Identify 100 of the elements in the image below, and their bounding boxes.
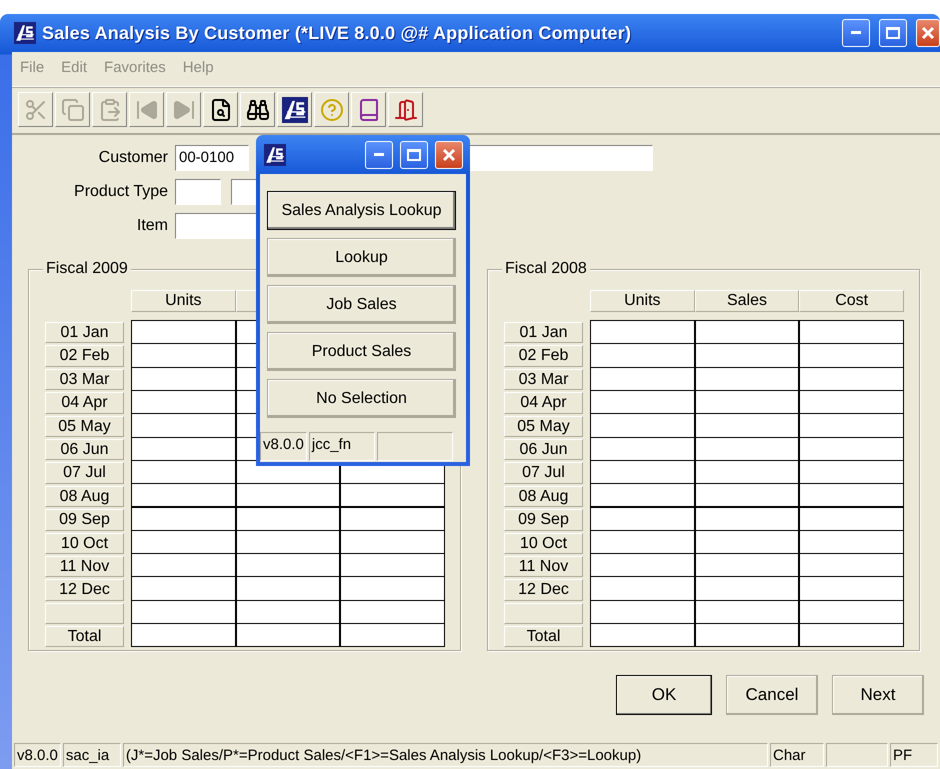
table-cell[interactable]	[591, 484, 694, 506]
table-cell[interactable]	[341, 600, 444, 624]
table-cell[interactable]	[800, 414, 903, 437]
row-header[interactable]: 11 Nov	[45, 556, 124, 578]
table-cell[interactable]	[236, 624, 340, 646]
minimize-button[interactable]	[365, 140, 393, 168]
row-header[interactable]: 03 Mar	[45, 368, 124, 390]
toolbar-button[interactable]	[240, 92, 275, 127]
table-cell[interactable]	[132, 390, 235, 414]
row-header[interactable]: 08 Aug	[45, 486, 124, 508]
table-cell[interactable]	[696, 368, 798, 390]
maximize-button[interactable]	[400, 140, 428, 168]
table-cell[interactable]	[132, 368, 235, 390]
table-cell[interactable]	[591, 460, 694, 484]
table-cell[interactable]	[236, 577, 340, 600]
table-cell[interactable]	[591, 508, 694, 530]
row-header[interactable]: 09 Sep	[504, 509, 583, 531]
table-cell[interactable]	[696, 577, 798, 600]
table-cell[interactable]	[800, 390, 903, 414]
row-header[interactable]: 01 Jan	[504, 322, 583, 344]
column-header[interactable]: Units	[590, 290, 695, 312]
input-field[interactable]	[175, 179, 221, 205]
table-cell[interactable]	[591, 368, 694, 390]
option-button[interactable]: Job Sales	[267, 285, 456, 324]
minimize-button[interactable]	[842, 19, 870, 47]
column-header[interactable]: Sales	[694, 290, 800, 312]
row-header[interactable]: 04 Apr	[45, 392, 124, 414]
table-cell[interactable]	[591, 438, 694, 460]
dialog-button[interactable]: Next	[832, 675, 924, 715]
row-header[interactable]: 06 Jun	[45, 438, 124, 460]
table-cell[interactable]	[696, 460, 798, 484]
dialog-button[interactable]: Cancel	[726, 675, 818, 715]
row-header[interactable]: 05 May	[504, 416, 583, 437]
table-cell[interactable]	[341, 624, 444, 646]
row-header[interactable]: 11 Nov	[504, 556, 583, 578]
row-header[interactable]: 01 Jan	[45, 322, 124, 344]
option-button[interactable]: No Selection	[267, 379, 456, 418]
row-header[interactable]: 05 May	[45, 416, 124, 437]
table-cell[interactable]	[800, 508, 903, 530]
table-cell[interactable]	[800, 368, 903, 390]
toolbar-button[interactable]	[277, 92, 312, 127]
row-header[interactable]: 06 Jun	[504, 438, 583, 460]
table-cell[interactable]	[800, 484, 903, 506]
table-cell[interactable]	[696, 344, 798, 367]
table-cell[interactable]	[696, 508, 798, 530]
table-cell[interactable]	[132, 508, 235, 530]
column-header[interactable]: Cost	[799, 290, 904, 312]
table-cell[interactable]	[132, 577, 235, 600]
table-cell[interactable]	[591, 390, 694, 414]
table-cell[interactable]	[341, 484, 444, 506]
table-cell[interactable]	[591, 624, 694, 646]
option-button[interactable]: Lookup	[267, 238, 456, 277]
table-cell[interactable]	[236, 554, 340, 576]
row-header[interactable]: 09 Sep	[45, 509, 124, 531]
table-cell[interactable]	[341, 530, 444, 554]
table-cell[interactable]	[800, 321, 903, 344]
table-cell[interactable]	[132, 414, 235, 437]
table-cell[interactable]	[591, 344, 694, 367]
toolbar-button[interactable]	[203, 92, 238, 127]
dialog-button[interactable]: OK	[616, 675, 712, 715]
table-cell[interactable]	[696, 414, 798, 437]
table-cell[interactable]	[800, 624, 903, 646]
table-cell[interactable]	[696, 554, 798, 576]
toolbar-button[interactable]	[351, 92, 386, 127]
table-cell[interactable]	[696, 321, 798, 344]
table-cell[interactable]	[591, 554, 694, 576]
input-field[interactable]: 00-0100	[175, 145, 249, 171]
table-cell[interactable]	[591, 577, 694, 600]
maximize-button[interactable]	[879, 19, 907, 47]
row-header[interactable]: 12 Dec	[45, 579, 124, 601]
table-cell[interactable]	[236, 600, 340, 624]
table-cell[interactable]	[132, 554, 235, 576]
table-cell[interactable]	[341, 508, 444, 530]
row-header[interactable]: 07 Jul	[504, 462, 583, 484]
table-cell[interactable]	[800, 554, 903, 576]
table-cell[interactable]	[236, 530, 340, 554]
table-cell[interactable]	[696, 530, 798, 554]
option-button[interactable]: Product Sales	[267, 332, 456, 371]
table-cell[interactable]	[132, 530, 235, 554]
table-cell[interactable]	[800, 344, 903, 367]
table-cell[interactable]	[132, 344, 235, 367]
table-cell[interactable]	[236, 508, 340, 530]
row-header[interactable]: 02 Feb	[504, 345, 583, 367]
table-cell[interactable]	[696, 390, 798, 414]
table-cell[interactable]	[591, 321, 694, 344]
table-cell[interactable]	[696, 624, 798, 646]
table-cell[interactable]	[132, 438, 235, 460]
table-cell[interactable]	[800, 530, 903, 554]
table-cell[interactable]	[132, 600, 235, 624]
row-header[interactable]: 10 Oct	[504, 532, 583, 554]
row-header[interactable]: 08 Aug	[504, 486, 583, 508]
close-button[interactable]	[916, 19, 940, 47]
option-button[interactable]: Sales Analysis Lookup	[267, 191, 456, 230]
column-header[interactable]: Units	[131, 290, 236, 312]
table-cell[interactable]	[591, 600, 694, 624]
toolbar-button[interactable]	[388, 92, 423, 127]
row-header[interactable]: 03 Mar	[504, 368, 583, 390]
table-cell[interactable]	[591, 414, 694, 437]
row-header[interactable]: 07 Jul	[45, 462, 124, 484]
table-cell[interactable]	[132, 321, 235, 344]
